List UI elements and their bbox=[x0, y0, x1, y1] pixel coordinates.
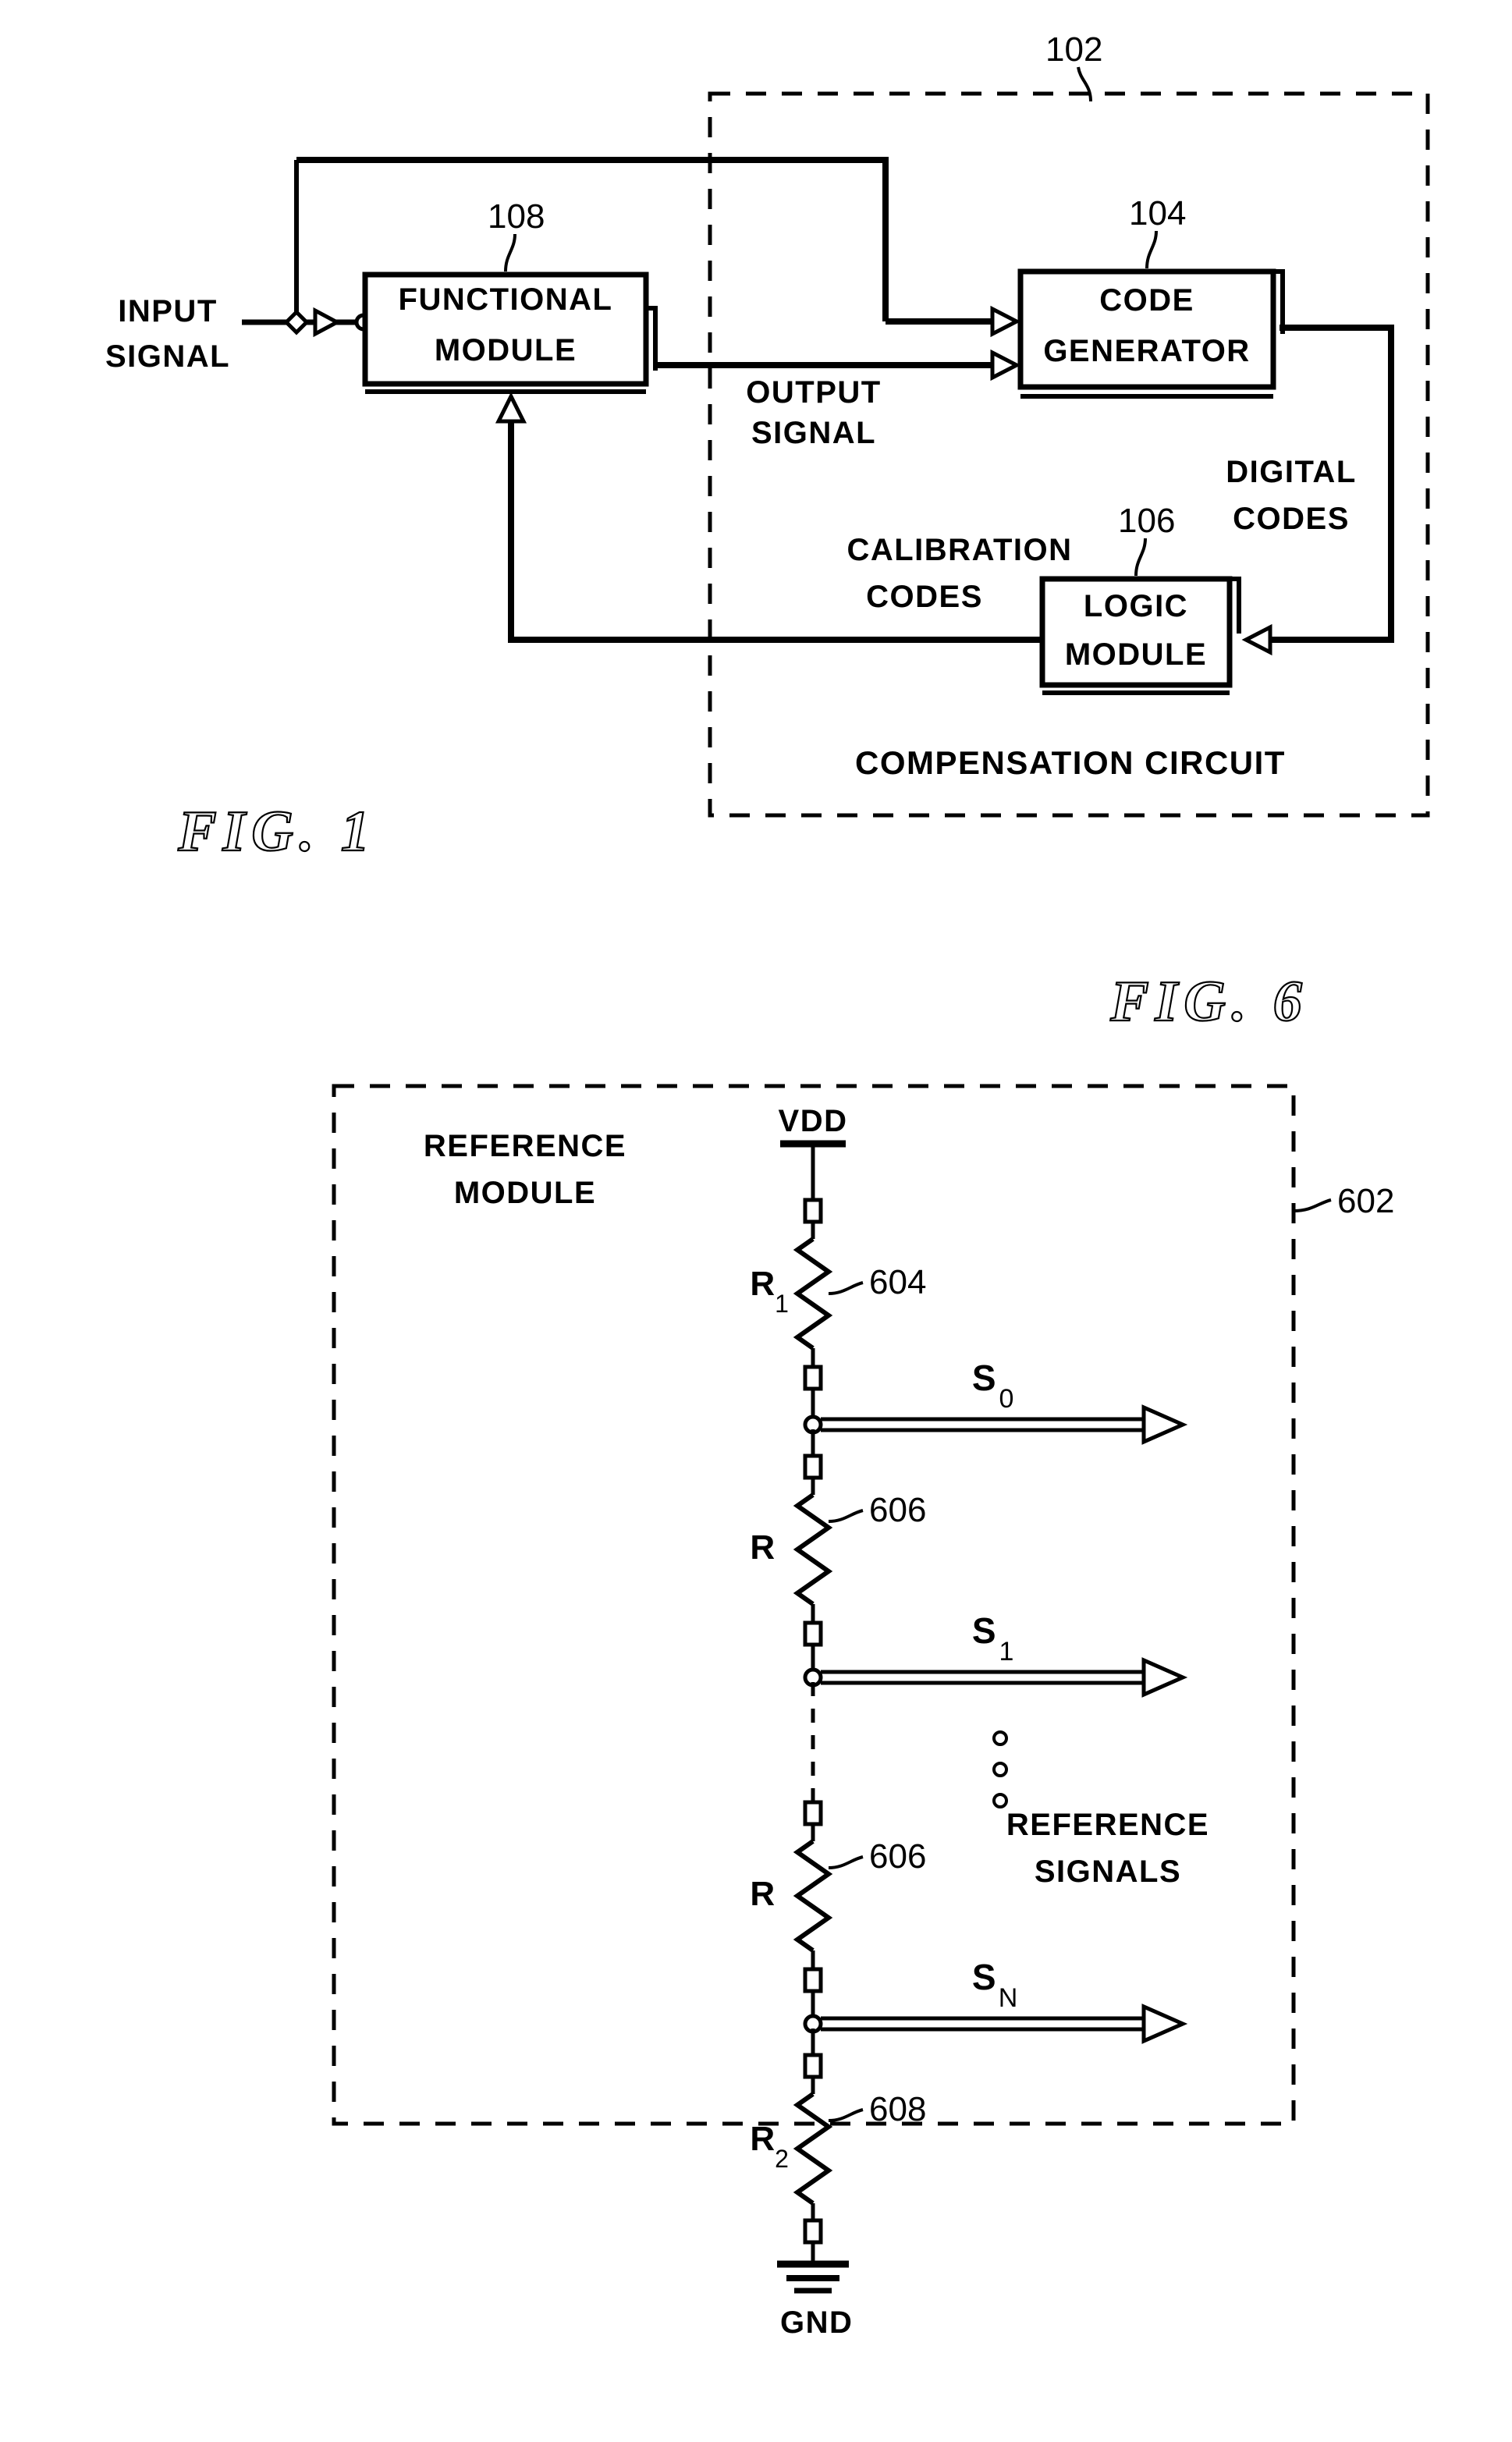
functional-module-label-line1: FUNCTIONAL bbox=[399, 282, 613, 317]
resistor-r-lower-zigzag bbox=[793, 1839, 833, 1953]
resistor-r2-designator: R bbox=[750, 2120, 776, 2158]
leader-line-602 bbox=[1293, 1198, 1332, 1212]
input-signal-label-line2: SIGNAL bbox=[105, 339, 230, 374]
resistor-r-upper-zigzag bbox=[793, 1493, 833, 1606]
s0-arrowhead-icon bbox=[1141, 1404, 1188, 1445]
s1-designator: S bbox=[972, 1610, 997, 1651]
leader-line-106 bbox=[1134, 538, 1147, 577]
digital-codes-label-line2: CODES bbox=[1233, 502, 1350, 536]
s0-output-bus bbox=[821, 1417, 1147, 1432]
figure-1: 102 FUNCTIONAL MODULE 108 OUTPUT SIGNAL bbox=[105, 30, 1430, 864]
reference-signals-label-line2: SIGNALS bbox=[1035, 1855, 1181, 1889]
tap-square-node-top bbox=[803, 1198, 823, 1224]
vdd-rail-label: VDD bbox=[779, 1104, 848, 1138]
sn-designator: S bbox=[972, 1957, 997, 1997]
resistor-r-lower-designator: R bbox=[750, 1875, 776, 1913]
code-generator-label-line2: GENERATOR bbox=[1043, 334, 1250, 368]
ref-number-108: 108 bbox=[488, 197, 545, 236]
leader-line-104 bbox=[1145, 230, 1158, 269]
sn-arrowhead-icon bbox=[1141, 2004, 1188, 2044]
gnd-rail-label: GND bbox=[780, 2305, 854, 2340]
leader-line-606-lower bbox=[828, 1855, 864, 1869]
ref-number-102: 102 bbox=[1045, 30, 1102, 69]
ref-number-606-upper: 606 bbox=[869, 1491, 926, 1529]
tap-square-node-s1 bbox=[803, 1620, 823, 1647]
ellipsis-dot-1-icon bbox=[992, 1730, 1008, 1746]
reference-module-label-line1: REFERENCE bbox=[424, 1129, 626, 1163]
s1-arrowhead-icon bbox=[1141, 1657, 1188, 1698]
resistor-r-upper-designator: R bbox=[750, 1528, 776, 1567]
input-signal-label-line1: INPUT bbox=[118, 294, 218, 328]
ref-number-104: 104 bbox=[1129, 194, 1186, 232]
figure-6: FIG. 6 602 REFERENCE MODULE VDD R 1 604 … bbox=[332, 969, 1394, 2294]
output-signal-label-line2: SIGNAL bbox=[751, 416, 876, 450]
leader-line-606-upper bbox=[828, 1509, 864, 1523]
ref-number-606-lower: 606 bbox=[869, 1837, 926, 1876]
leader-line-604 bbox=[828, 1281, 864, 1295]
sn-subscript: N bbox=[999, 1983, 1018, 2013]
ref-number-608: 608 bbox=[869, 2090, 926, 2128]
resistor-r1-subscript: 1 bbox=[775, 1290, 789, 1318]
arrowhead-into-functional-module bbox=[313, 307, 342, 338]
logic-module-label-line1: LOGIC bbox=[1084, 589, 1188, 623]
arrowhead-output-signal-into-code-generator bbox=[990, 349, 1021, 382]
ref-number-106: 106 bbox=[1118, 502, 1175, 540]
resistor-r1-zigzag bbox=[793, 1237, 833, 1351]
ellipsis-dot-3-icon bbox=[992, 1793, 1008, 1808]
figure-1-title: FIG. 1 bbox=[177, 800, 376, 864]
logic-module-label-line2: MODULE bbox=[1065, 637, 1207, 672]
sn-output-bus bbox=[821, 2016, 1147, 2032]
arrowhead-digital-codes-into-logic-module bbox=[1241, 623, 1272, 656]
ellipsis-dot-2-icon bbox=[992, 1762, 1008, 1777]
patent-drawing-sheet: 102 FUNCTIONAL MODULE 108 OUTPUT SIGNAL bbox=[0, 0, 1512, 2442]
reference-module-label-line2: MODULE bbox=[454, 1176, 596, 1210]
leader-line-102 bbox=[1077, 66, 1092, 102]
s1-subscript: 1 bbox=[999, 1637, 1014, 1666]
leader-line-608 bbox=[828, 2108, 864, 2122]
code-generator-label-line1: CODE bbox=[1099, 283, 1194, 318]
output-signal-label-line1: OUTPUT bbox=[746, 375, 881, 410]
input-signal-junction-node bbox=[283, 309, 310, 335]
arrowhead-calibration-codes-into-functional-module bbox=[495, 392, 527, 424]
tap-square-node-e bbox=[803, 2218, 823, 2245]
figure-6-title: FIG. 6 bbox=[1109, 970, 1308, 1034]
s1-output-bus bbox=[821, 1670, 1147, 1685]
arrowhead-feedback-into-code-generator bbox=[990, 305, 1021, 338]
ref-number-602: 602 bbox=[1337, 1182, 1394, 1220]
tap-square-node-b bbox=[803, 1453, 823, 1480]
tap-square-node-sn bbox=[803, 1967, 823, 1993]
resistor-r2-subscript: 2 bbox=[775, 2145, 789, 2173]
digital-codes-label-line1: DIGITAL bbox=[1226, 455, 1357, 489]
ref-number-604: 604 bbox=[869, 1263, 926, 1301]
compensation-circuit-label: COMPENSATION CIRCUIT bbox=[855, 744, 1286, 781]
s0-subscript: 0 bbox=[999, 1384, 1014, 1414]
leader-line-108 bbox=[504, 233, 516, 272]
resistor-r2-zigzag bbox=[793, 2092, 833, 2206]
functional-module-label-line2: MODULE bbox=[435, 333, 577, 367]
calibration-codes-label-line1: CALIBRATION bbox=[847, 533, 1072, 567]
tap-square-node-s0 bbox=[803, 1365, 823, 1391]
resistor-r1-designator: R bbox=[750, 1265, 776, 1303]
s0-designator: S bbox=[972, 1358, 997, 1398]
tap-square-node-d bbox=[803, 2053, 823, 2079]
calibration-codes-label-line2: CODES bbox=[866, 580, 983, 614]
tap-square-node-c bbox=[803, 1800, 823, 1826]
reference-signals-label-line1: REFERENCE bbox=[1006, 1808, 1209, 1842]
